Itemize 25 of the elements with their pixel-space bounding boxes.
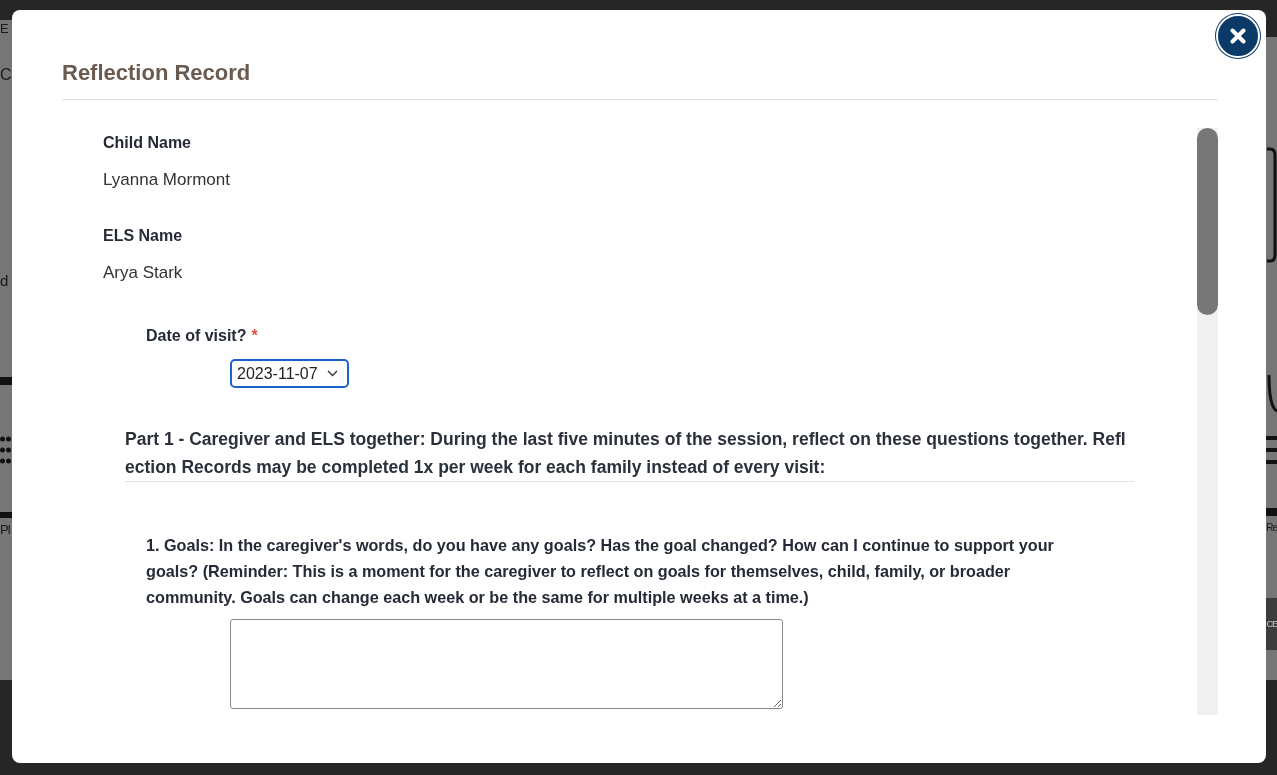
curve-shape-icon: [1267, 372, 1277, 413]
background-text: d: [0, 272, 8, 288]
modal-title: Reflection Record: [62, 59, 251, 87]
question-label: 1. Goals: In the caregiver's words, do you have any goals? Has the goal changed? How can I continue to support your goals? (Reminder: This is a moment for the caregiver to reflect on goals for themselves, child, family, or broader community. Goals can change each week or be the same for multiple weeks at a time.): [146, 535, 1055, 608]
outline-shape-icon: [1267, 147, 1277, 263]
field-value: Arya Stark: [103, 262, 183, 284]
scrollbar-thumb[interactable]: [1197, 128, 1218, 315]
background-text: Re: [1266, 523, 1277, 533]
background-text: E: [0, 22, 8, 35]
dots-icon: [0, 435, 11, 465]
background-text: C: [0, 67, 11, 83]
required-asterisk: *: [251, 326, 258, 346]
background-text: Pl: [0, 522, 10, 536]
chevron-down-icon: [326, 370, 338, 377]
close-icon: [1230, 28, 1246, 44]
field-label: Child Name: [103, 133, 191, 153]
date-select[interactable]: 2023-11-07: [230, 359, 349, 388]
background-text: CE: [1266, 619, 1277, 629]
field-label: Date of visit?: [146, 326, 247, 346]
menu-lines-icon: [1266, 435, 1277, 465]
field-label: ELS Name: [103, 226, 183, 246]
section-heading: Part 1 - Caregiver and ELS together: During the last five minutes of the session, reflect on these questions together. Reflection Records may be completed 1x per week for each family instead of every visit:: [125, 425, 1134, 482]
close-button[interactable]: [1216, 14, 1260, 58]
field-value: Lyanna Mormont: [103, 169, 230, 191]
answer-box[interactable]: [230, 619, 783, 709]
